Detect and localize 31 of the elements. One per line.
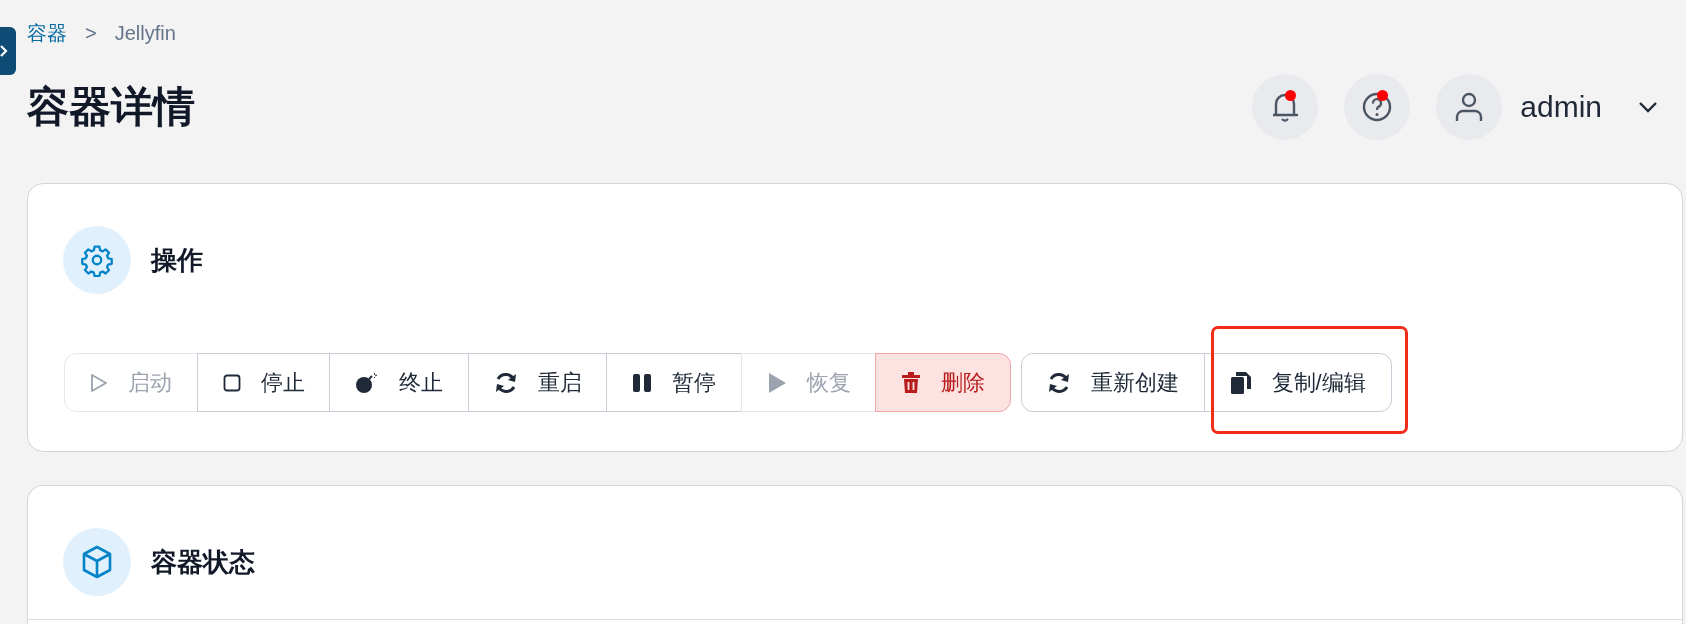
action-button[interactable]: 重启 [467, 353, 608, 412]
card-title: 操作 [151, 243, 203, 277]
action-button[interactable]: 暂停 [606, 353, 742, 412]
settings-icon [80, 243, 114, 277]
refresh-icon [493, 371, 518, 394]
user-icon [1454, 91, 1485, 123]
bomb-icon [355, 371, 379, 394]
breadcrumb-link[interactable]: 容器 [27, 19, 67, 47]
action-button[interactable]: 终止 [329, 353, 469, 412]
cube-icon [81, 545, 113, 579]
play-icon [766, 371, 787, 394]
pause-icon [632, 372, 652, 393]
sidebar-toggle[interactable] [0, 27, 16, 75]
trash-icon [901, 371, 921, 394]
play-icon [90, 372, 108, 393]
help-icon [1361, 91, 1394, 123]
page-title: 容器详情 [27, 82, 195, 132]
breadcrumb-current: Jellyfin [114, 21, 176, 45]
breadcrumb-separator: > [85, 21, 97, 45]
chevron-right-icon [0, 45, 8, 57]
bell-icon [1271, 91, 1300, 123]
copy-icon [1229, 370, 1252, 395]
square-icon [222, 373, 241, 392]
action-button[interactable]: 重新创建 [1021, 353, 1205, 412]
action-button[interactable]: 删除 [875, 353, 1011, 412]
user-name[interactable]: admin [1520, 90, 1602, 124]
refresh-icon [1047, 371, 1071, 394]
action-button[interactable]: 停止 [196, 353, 331, 412]
action-button[interactable]: 复制/编辑 [1203, 353, 1392, 412]
chevron-down-icon[interactable] [1638, 101, 1658, 113]
card-title: 容器状态 [151, 545, 255, 579]
